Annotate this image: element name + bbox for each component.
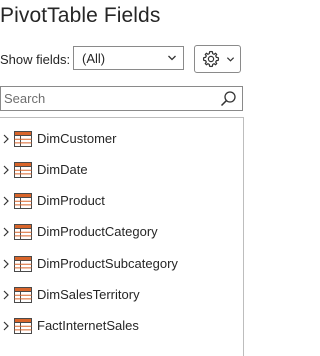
show-fields-label: Show fields:	[0, 52, 71, 67]
field-list-item[interactable]: DimProductCategory	[0, 220, 240, 244]
panel-title: PivotTable Fields	[0, 4, 161, 27]
field-list-item-label: DimDate	[37, 162, 88, 177]
search-box[interactable]	[0, 86, 243, 111]
chevron-right-icon[interactable]	[2, 227, 10, 237]
field-list-item[interactable]: DimCustomer	[0, 127, 240, 151]
chevron-right-icon[interactable]	[2, 196, 10, 206]
search-input[interactable]	[1, 87, 214, 110]
gear-icon	[202, 50, 220, 68]
field-list-item[interactable]: DimDate	[0, 158, 240, 182]
field-list-item[interactable]: DimProductSubcategory	[0, 252, 240, 276]
table-icon	[14, 318, 32, 334]
chevron-right-icon[interactable]	[2, 165, 10, 175]
show-fields-value: (All)	[82, 51, 106, 66]
field-list-item[interactable]: FactInternetSales	[0, 314, 240, 338]
field-list-item-label: FactInternetSales	[37, 318, 139, 333]
show-fields-dropdown[interactable]: (All)	[73, 46, 184, 70]
field-list-item[interactable]: DimProduct	[0, 189, 240, 213]
table-icon	[14, 162, 32, 178]
chevron-right-icon[interactable]	[2, 134, 10, 144]
field-list-item[interactable]: DimSalesTerritory	[0, 283, 240, 307]
chevron-down-icon	[168, 55, 176, 61]
chevron-right-icon[interactable]	[2, 321, 10, 331]
table-icon	[14, 256, 32, 272]
chevron-down-icon	[226, 57, 235, 62]
field-list-item-label: DimProductCategory	[37, 224, 158, 239]
field-list-item-label: DimProductSubcategory	[37, 256, 178, 271]
field-list-item-label: DimProduct	[37, 193, 105, 208]
chevron-right-icon[interactable]	[2, 259, 10, 269]
search-icon[interactable]	[220, 90, 237, 107]
chevron-right-icon[interactable]	[2, 290, 10, 300]
field-settings-button[interactable]	[194, 45, 241, 73]
table-icon	[14, 131, 32, 147]
table-icon	[14, 287, 32, 303]
table-icon	[14, 193, 32, 209]
field-list: DimCustomer DimDate DimProduct DimProduc…	[0, 117, 244, 356]
table-icon	[14, 224, 32, 240]
field-list-item-label: DimCustomer	[37, 131, 117, 146]
field-list-item-label: DimSalesTerritory	[37, 287, 140, 302]
